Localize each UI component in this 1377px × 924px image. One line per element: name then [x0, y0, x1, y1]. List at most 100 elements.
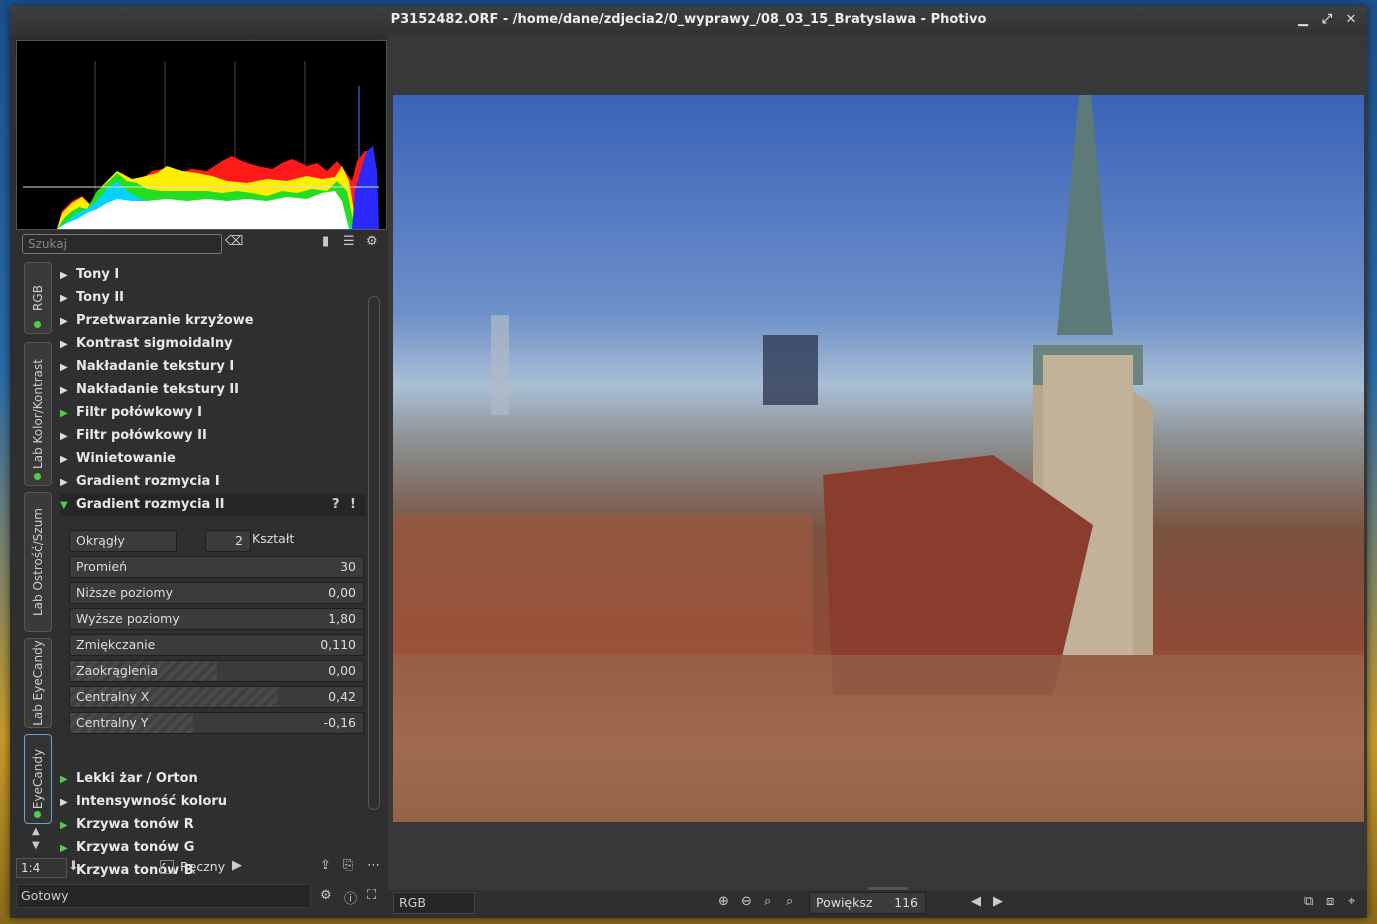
settings-icon[interactable]: ⚙ [366, 234, 378, 249]
next-icon[interactable]: ▶ [993, 894, 1003, 909]
tab-scroll-down-icon[interactable]: ▼ [32, 840, 40, 851]
slider-value: 1,80 [328, 611, 356, 626]
manual-checkbox[interactable] [160, 860, 174, 874]
slider-value: 0,00 [328, 585, 356, 600]
image-canvas[interactable] [388, 34, 1367, 896]
tree-item-label: Winietowanie [76, 451, 176, 466]
slider-value: 0,110 [320, 637, 356, 652]
tree-item[interactable]: ▶ Nakładanie tekstury I [60, 356, 234, 378]
tree-item[interactable]: ▶ Intensywność koloru [60, 791, 227, 813]
tree-item-label: Gradient rozmycia I [76, 474, 220, 489]
histogram-graph [23, 61, 379, 229]
collapsed-arrow-icon: ▶ [60, 431, 68, 442]
info-icon[interactable]: ! [350, 494, 356, 516]
tab-rgb[interactable]: RGB [24, 262, 52, 334]
slider[interactable]: Promień 30 [69, 556, 364, 578]
vertical-tab-bar: RGB Lab Kolor/Kontrast Lab Ostrość/Szum … [24, 262, 52, 852]
slider-value: 30 [340, 559, 356, 574]
title-bar: P3152482.ORF - /home/dane/zdjecia2/0_wyp… [10, 6, 1367, 34]
crosshair-icon[interactable]: ⌖ [1348, 894, 1355, 909]
tab-lab-kolor-label: Lab Kolor/Kontrast [31, 359, 45, 469]
slider[interactable]: Zmiękczanie 0,110 [69, 634, 364, 656]
tab-lab-ostrosc-szum[interactable]: Lab Ostrość/Szum [24, 492, 52, 632]
app-window: P3152482.ORF - /home/dane/zdjecia2/0_wyp… [10, 6, 1367, 918]
clear-search-icon[interactable]: ⌫ [225, 234, 243, 249]
gear-icon[interactable]: ⚙ [320, 888, 332, 903]
tree-item-label: Filtr połówkowy I [76, 405, 203, 420]
alert-icon[interactable]: ⓘ [344, 888, 357, 907]
photo-preview[interactable] [393, 95, 1364, 822]
slider[interactable]: Wyższe poziomy 1,80 [69, 608, 364, 630]
bookmark-icon[interactable]: ▮ [322, 234, 329, 249]
zoom-out-icon[interactable]: ⊖ [741, 894, 752, 909]
tree-item-label: Gradient rozmycia II [76, 497, 225, 512]
more-icon[interactable]: ⋯ [367, 858, 380, 873]
tree-item[interactable]: ▶ Tony II [60, 287, 124, 309]
slider-value: -0,16 [323, 715, 356, 730]
histogram[interactable] [16, 40, 387, 230]
help-icon[interactable]: ? [332, 494, 340, 516]
collapsed-arrow-icon: ▶ [60, 385, 68, 396]
shape-label: Kształt [252, 531, 295, 546]
zoom-ratio-select[interactable]: 1:4 [16, 858, 67, 878]
tree-item-label: Kontrast sigmoidalny [76, 336, 233, 351]
tab-eyecandy[interactable]: EyeCandy [24, 734, 52, 824]
mode-select[interactable]: Okrągły [69, 530, 177, 552]
compare-icon[interactable]: ⧈ [1326, 894, 1334, 909]
collapsed-arrow-icon: ▶ [60, 270, 68, 281]
zoom-field[interactable]: Powiększ 116 [809, 892, 926, 914]
duplicate-icon[interactable]: ⧉ [1304, 894, 1313, 909]
tree-item[interactable]: ▶ Filtr połówkowy II [60, 425, 207, 447]
tree-item-open[interactable]: ▼ Gradient rozmycia II ? ! [60, 494, 366, 516]
collapsed-arrow-icon: ▶ [60, 362, 68, 373]
tree-item-label: Krzywa tonów G [76, 840, 195, 855]
tree-item[interactable]: ▶ Przetwarzanie krzyżowe [60, 310, 254, 332]
arrow-down-icon[interactable]: ⬇ [68, 859, 79, 874]
tree-item[interactable]: ▶ Winietowanie [60, 448, 176, 470]
close-icon[interactable]: ✕ [1343, 6, 1359, 34]
window-title: P3152482.ORF - /home/dane/zdjecia2/0_wyp… [390, 12, 987, 27]
collapsed-arrow-icon: ▶ [60, 339, 68, 350]
play-icon[interactable]: ▶ [232, 858, 242, 873]
zoom-100-icon[interactable]: ⌕ [786, 894, 793, 909]
previous-icon[interactable]: ◀ [971, 894, 981, 909]
filter-tree: ▶ Tony I ▶ Tony II ▶ Przetwarzanie krzyżowe ▶ K… [60, 262, 366, 878]
search-input[interactable]: Szukaj [22, 234, 222, 254]
tree-item[interactable]: ▶ Gradient rozmycia I [60, 471, 220, 493]
zoom-fit-icon[interactable]: ⌕ [764, 894, 771, 909]
collapsed-arrow-icon: ▶ [60, 820, 68, 831]
slider-label: Wyższe poziomy [76, 611, 180, 626]
tree-item[interactable]: ▶ Nakładanie tekstury II [60, 379, 239, 401]
slider[interactable]: Centralny Y -0,16 [69, 712, 364, 734]
tree-item[interactable]: ▶ Kontrast sigmoidalny [60, 333, 233, 355]
zoom-label: Powiększ [816, 895, 873, 910]
slider-label: Centralny Y [76, 715, 149, 730]
tab-scroll-up-icon[interactable]: ▲ [32, 826, 40, 837]
slider-label: Niższe poziomy [76, 585, 173, 600]
tree-item[interactable]: ▶ Krzywa tonów R [60, 814, 194, 836]
copy-icon[interactable]: ⎘ [343, 858, 353, 873]
slider[interactable]: Zaokrąglenia 0,00 [69, 660, 364, 682]
shape-value: 2 [235, 533, 243, 548]
menu-icon[interactable]: ☰ [343, 234, 355, 249]
tree-item[interactable]: ▶ Tony I [60, 264, 119, 286]
tab-lab-eyecandy[interactable]: Lab EyeCandy [24, 638, 52, 728]
tree-item-label: Lekki żar / Orton [76, 771, 198, 786]
zoom-in-icon[interactable]: ⊕ [718, 894, 729, 909]
slider[interactable]: Centralny X 0,42 [69, 686, 364, 708]
collapsed-arrow-icon: ▶ [60, 316, 68, 327]
tree-item[interactable]: ▶ Filtr połówkowy I [60, 402, 202, 424]
minimize-icon[interactable]: ▁ [1295, 6, 1311, 34]
channel-select[interactable]: RGB [393, 892, 475, 914]
shape-spinbox[interactable]: 2 [205, 530, 251, 552]
slider[interactable]: Niższe poziomy 0,00 [69, 582, 364, 604]
slider-value: 0,42 [328, 689, 356, 704]
export-icon[interactable]: ⇪ [320, 858, 331, 873]
tree-item[interactable]: ▶ Lekki żar / Orton [60, 768, 198, 790]
maximize-icon[interactable]: ⤢ [1319, 6, 1335, 34]
fullscreen-icon[interactable]: ⛶ [367, 888, 376, 903]
scrollbar-track[interactable] [368, 296, 380, 810]
tab-eyecandy-label: EyeCandy [31, 748, 45, 810]
tree-scrollbar[interactable] [366, 266, 380, 856]
tab-lab-kolor-kontrast[interactable]: Lab Kolor/Kontrast [24, 342, 52, 486]
